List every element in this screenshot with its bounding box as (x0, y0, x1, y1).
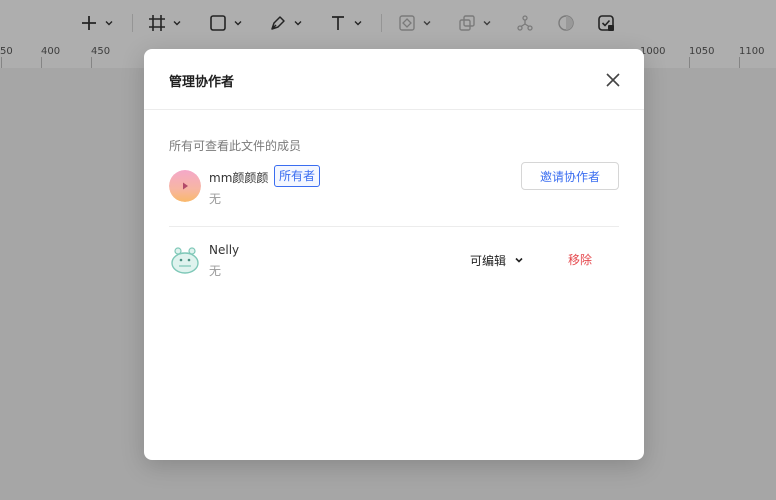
member-sub-text: 无 (209, 264, 222, 278)
owner-sub-text: 无 (209, 192, 222, 206)
members-section-label: 所有可查看此文件的成员 (169, 139, 302, 153)
invite-collaborator-button[interactable]: 邀请协作者 (521, 162, 619, 190)
manage-collaborators-dialog: 管理协作者 所有可查看此文件的成员 mm颜颜颜 所有者 无 邀请协作者 Nell… (144, 49, 644, 460)
chevron-down-icon (515, 257, 523, 263)
avatar (169, 170, 201, 202)
close-button[interactable] (603, 70, 623, 90)
remove-member-button[interactable]: 移除 (568, 250, 592, 270)
avatar (169, 244, 201, 276)
permission-label: 可编辑 (470, 253, 507, 268)
owner-name: mm颜颜颜 (209, 171, 269, 185)
member-name: Nelly (209, 243, 240, 257)
dialog-header: 管理协作者 (144, 49, 644, 110)
close-icon (606, 73, 620, 87)
member-avatar-icon (171, 247, 199, 274)
owner-avatar-icon (169, 170, 201, 202)
divider (169, 226, 619, 227)
owner-badge: 所有者 (274, 165, 321, 187)
permission-select[interactable]: 可编辑 (470, 250, 524, 270)
dialog-title: 管理协作者 (169, 75, 235, 90)
